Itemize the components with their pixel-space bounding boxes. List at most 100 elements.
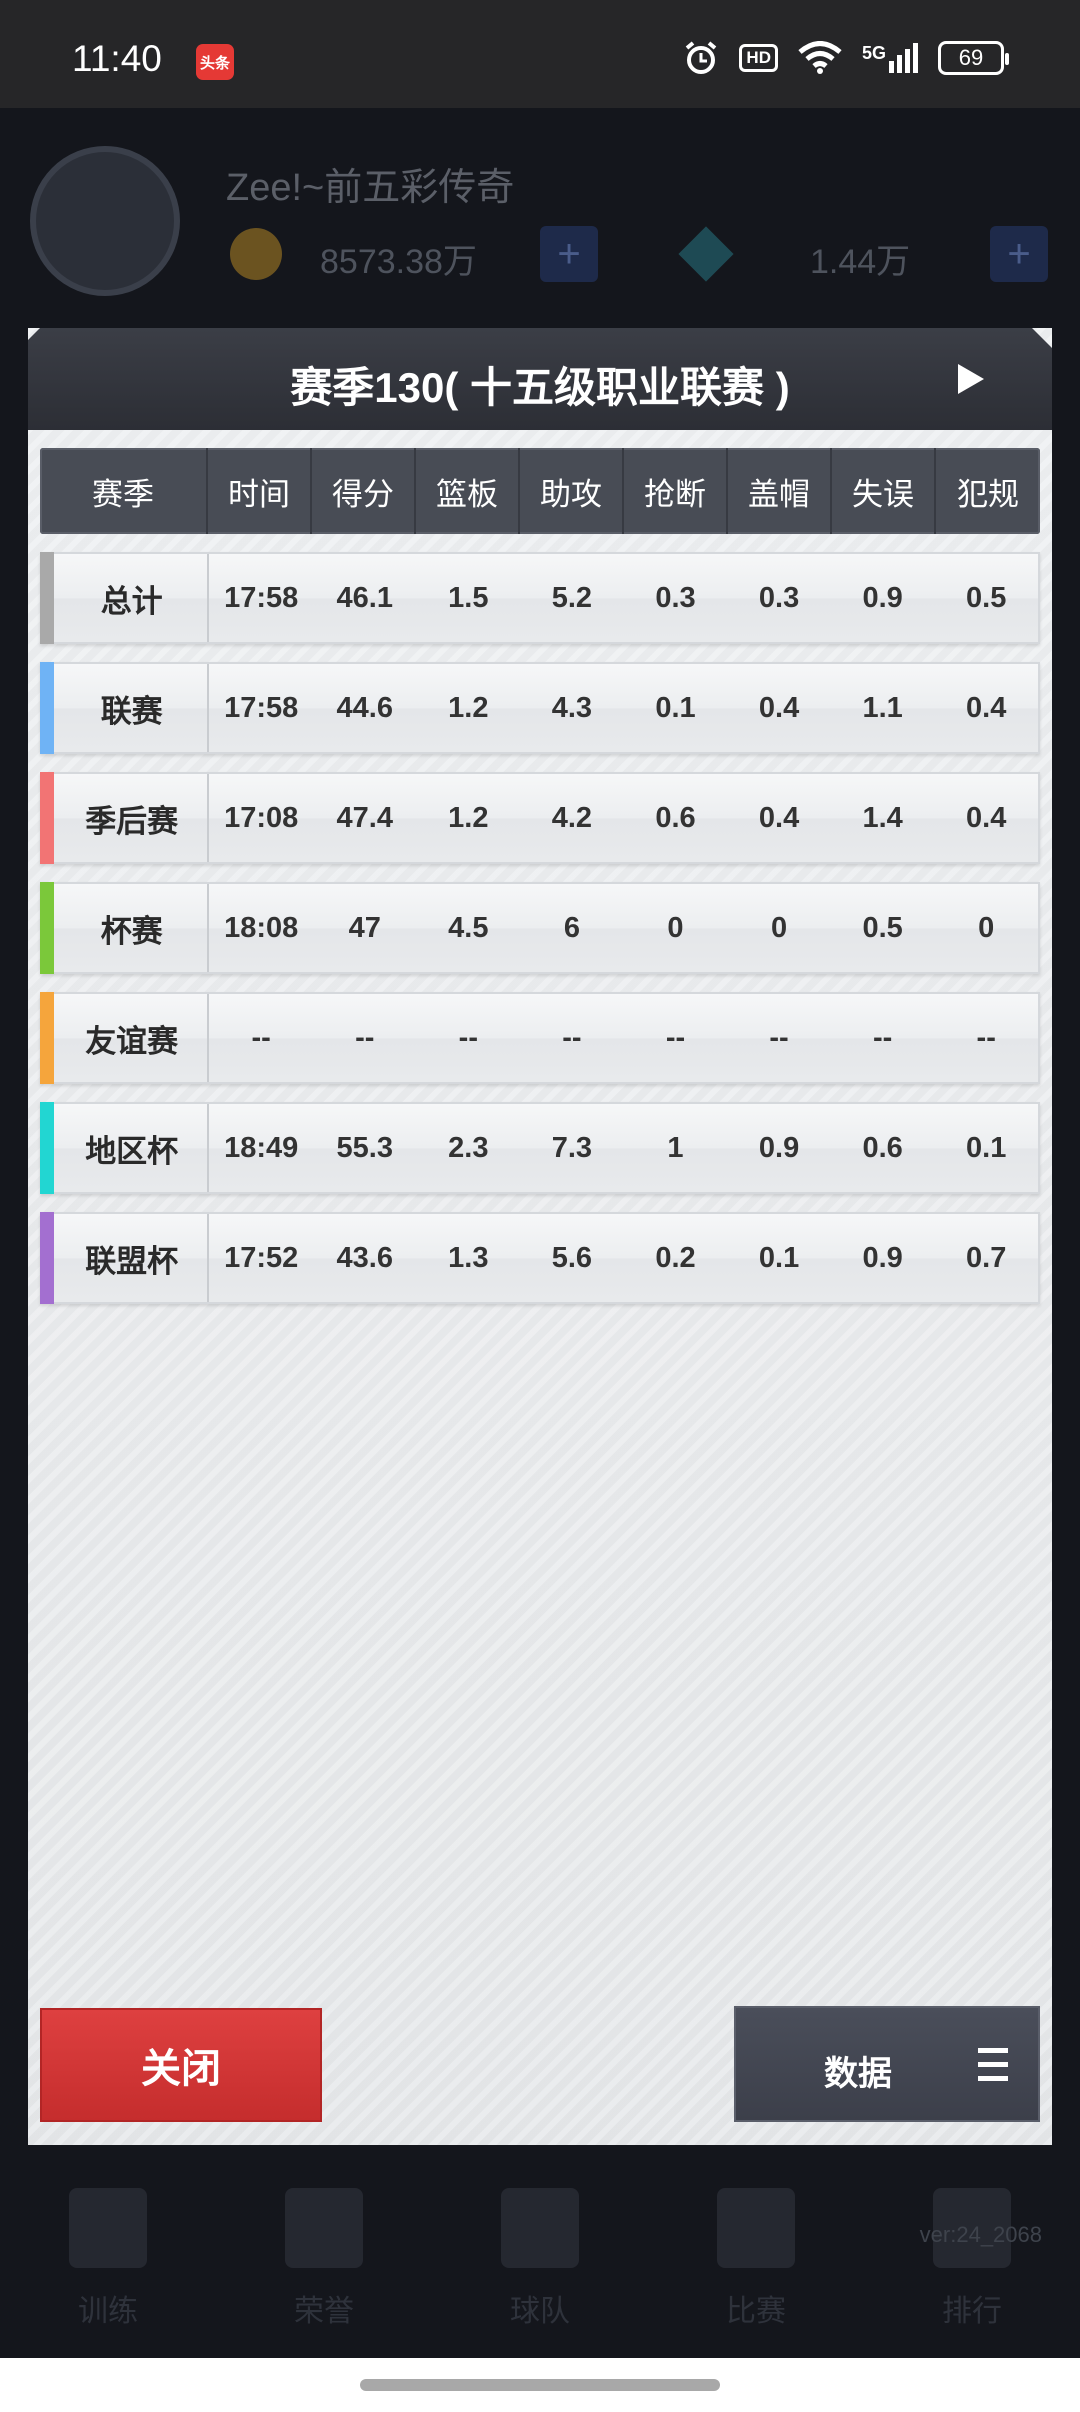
table-row[interactable]: 联盟杯 17:52 43.6 1.3 5.6 0.2 0.1 0.9 0.7 <box>40 1212 1040 1304</box>
nav-icon <box>69 2188 147 2268</box>
stat-cell: 1.1 <box>862 691 903 724</box>
stat-cell: 0.9 <box>758 1131 800 1164</box>
row-color-marker <box>40 1212 54 1304</box>
stats-table: 赛季 时间 得分 篮板 助攻 抢断 盖帽 失误 犯规 总计 17:58 46.1 1.… <box>40 448 1040 1304</box>
stat-cell: 0.7 <box>966 1241 1007 1274</box>
table-row[interactable]: 联赛 17:58 44.6 1.2 4.3 0.1 0.4 1.1 0.4 <box>40 662 1040 754</box>
stat-cell: 6 <box>563 911 580 944</box>
row-color-marker <box>40 552 54 644</box>
row-label: 季后赛 <box>42 774 210 862</box>
stat-cell: 1 <box>667 1131 684 1164</box>
dialog-header: 赛季130( 十五级职业联赛 ) <box>28 328 1052 430</box>
stat-cell: 1.3 <box>448 1241 489 1274</box>
table-row[interactable]: 杯赛 18:08 47 4.5 6 0 0 0.5 0 <box>40 882 1040 974</box>
stat-cell: 2.3 <box>448 1131 489 1164</box>
coin-icon <box>230 228 282 280</box>
add-coins-button: + <box>540 226 598 282</box>
stat-cell: 0.1 <box>758 1241 800 1274</box>
stat-cell: -- <box>665 1021 686 1054</box>
table-body: 总计 17:58 46.1 1.5 5.2 0.3 0.3 0.9 0.5 联赛 17:58 44.6… <box>40 552 1040 1304</box>
stat-cell: -- <box>355 1021 375 1054</box>
stat-cell: 0.9 <box>862 1241 903 1274</box>
stat-cell: 5.6 <box>551 1241 593 1274</box>
stat-cell: 0.1 <box>655 691 696 724</box>
wifi-icon <box>798 41 842 74</box>
column-header: 抢断 <box>624 448 728 534</box>
stat-cell: 18:49 <box>224 1131 299 1164</box>
stat-cell: -- <box>872 1021 893 1054</box>
table-row[interactable]: 季后赛 17:08 47.4 1.2 4.2 0.6 0.4 1.4 0.4 <box>40 772 1040 864</box>
stat-cell: 18:08 <box>224 911 299 944</box>
stat-cell: 5.2 <box>551 581 593 614</box>
stat-cell: 7.3 <box>551 1131 593 1164</box>
row-color-marker <box>40 662 54 754</box>
table-row[interactable]: 总计 17:58 46.1 1.5 5.2 0.3 0.3 0.9 0.5 <box>40 552 1040 644</box>
clock: 11:40 <box>72 38 162 79</box>
close-button[interactable]: 关闭 <box>40 2008 322 2122</box>
stat-cell: -- <box>976 1021 996 1054</box>
stat-cell: 0.4 <box>758 801 800 834</box>
table-row[interactable]: 地区杯 18:49 55.3 2.3 7.3 1 0.9 0.6 0.1 <box>40 1102 1040 1194</box>
stat-cell: -- <box>562 1021 582 1054</box>
table-header: 赛季 时间 得分 篮板 助攻 抢断 盖帽 失误 犯规 <box>40 448 1040 534</box>
stat-cell: 17:58 <box>224 691 299 724</box>
row-label: 友谊赛 <box>42 994 210 1082</box>
version-label: ver:24_2068 <box>919 2222 1042 2247</box>
stat-cell: 0.6 <box>862 1131 903 1164</box>
table-row[interactable]: 友谊赛 -- -- -- -- -- -- -- -- <box>40 992 1040 1084</box>
stat-cell: 1.2 <box>448 801 489 834</box>
alarm-icon <box>686 41 717 74</box>
home-indicator[interactable] <box>360 2379 720 2391</box>
column-header: 赛季 <box>40 448 208 534</box>
stat-cell: 4.2 <box>551 801 593 834</box>
stat-cell: 17:08 <box>224 801 299 834</box>
row-color-marker <box>40 1102 54 1194</box>
nav-item: 荣誉 <box>269 2148 379 2368</box>
stat-cell: 1.2 <box>448 691 489 724</box>
status-bar: 11:40 头条 HD 5G 69 <box>0 0 1080 108</box>
data-button-label: 数据 <box>824 2055 892 2093</box>
stat-cell: 0.5 <box>862 911 903 944</box>
stat-cell: 47 <box>348 911 381 944</box>
row-color-marker <box>40 992 54 1084</box>
hd-icon: HD <box>739 44 778 72</box>
stat-cell: 4.3 <box>551 691 593 724</box>
stat-cell: 47.4 <box>336 801 393 834</box>
stat-cell: 0.4 <box>758 691 800 724</box>
column-header: 盖帽 <box>728 448 832 534</box>
row-label: 联盟杯 <box>42 1214 210 1302</box>
cellular-signal-icon: 5G <box>862 43 918 73</box>
nav-item: 比赛 <box>701 2148 811 2368</box>
nav-icon <box>501 2188 579 2268</box>
stat-cell: 17:58 <box>224 581 299 614</box>
nav-icon <box>285 2188 363 2268</box>
coin-value: 8573.38万 <box>320 243 477 281</box>
gem-icon <box>678 226 734 282</box>
stat-cell: 0.2 <box>655 1241 696 1274</box>
column-header: 助攻 <box>520 448 624 534</box>
stat-cell: -- <box>769 1021 789 1054</box>
column-header: 犯规 <box>957 476 1019 512</box>
row-color-marker <box>40 882 54 974</box>
stat-cell: 0 <box>770 911 788 944</box>
stat-cell: 4.5 <box>448 911 489 944</box>
gem-value: 1.44万 <box>810 243 911 281</box>
stat-cell: 1.5 <box>448 581 489 614</box>
nav-icon <box>717 2188 795 2268</box>
season-stats-dialog: 赛季130( 十五级职业联赛 ) 赛季 时间 得分 篮板 助攻 抢断 盖帽 失误… <box>28 328 1052 2145</box>
gesture-bar <box>0 2358 1080 2412</box>
stat-cell: -- <box>251 1021 271 1054</box>
column-header: 得分 <box>312 448 416 534</box>
status-icons: HD 5G 69 <box>683 40 1009 76</box>
column-header: 时间 <box>208 448 312 534</box>
stat-cell: 0.6 <box>655 801 696 834</box>
battery-icon: 69 <box>938 41 1009 75</box>
player-name: Zee!~前五彩传奇 <box>226 167 515 209</box>
avatar <box>30 146 180 296</box>
data-menu-button[interactable]: 数据 <box>734 2006 1040 2122</box>
column-header: 失误 <box>832 448 936 534</box>
stat-cell: 43.6 <box>336 1241 393 1274</box>
row-color-marker <box>40 772 54 864</box>
column-header: 篮板 <box>416 448 520 534</box>
play-icon[interactable] <box>958 364 984 394</box>
